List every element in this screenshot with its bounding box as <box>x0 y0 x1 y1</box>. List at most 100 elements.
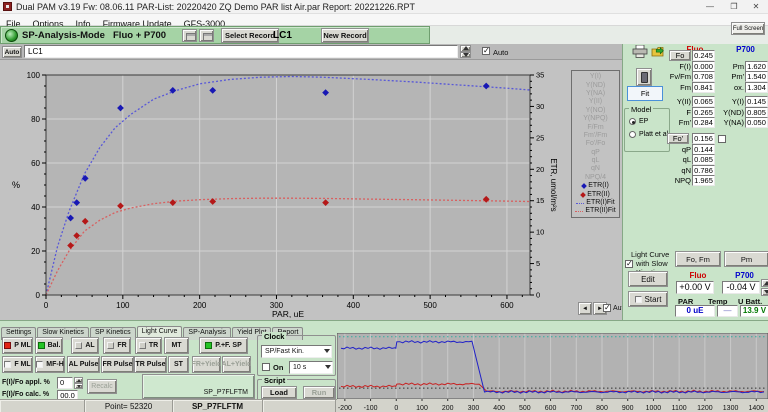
pm-button[interactable]: Pm <box>724 251 768 267</box>
fifo-appl-value[interactable]: 0 <box>57 377 73 389</box>
fluo-voltage-header: Fluo <box>675 271 721 280</box>
legend-item-etr-i[interactable]: ETR(I) <box>572 182 619 190</box>
edit-button[interactable]: Edit <box>628 271 668 287</box>
button-fr[interactable]: FR <box>103 337 131 354</box>
svg-text:800: 800 <box>596 405 608 412</box>
button-al-pulse[interactable]: AL Pulse <box>67 356 100 373</box>
scroll-left-icon[interactable]: ◄ <box>578 302 592 315</box>
svg-text:ETR, umol/m²s: ETR, umol/m²s <box>549 158 558 211</box>
legend-item-etr-ii-fit[interactable]: ETR(II)Fit <box>572 207 619 215</box>
voltage-spin-down-icon[interactable] <box>761 288 768 296</box>
legend-item-y-na[interactable]: Y(NA) <box>572 90 619 98</box>
fifo-spin-down-icon[interactable] <box>74 383 83 389</box>
auto-button[interactable]: Auto <box>2 46 22 58</box>
chart-view-button[interactable] <box>182 29 197 42</box>
clock-mode-select[interactable]: SP/Fast Kin. <box>261 345 332 358</box>
svg-text:15: 15 <box>536 196 544 205</box>
chart-auto-checkbox[interactable] <box>603 304 611 312</box>
voltage-spin-up-icon[interactable] <box>761 279 768 287</box>
button-st[interactable]: ST <box>168 356 189 373</box>
legend-item-etr-ii[interactable]: ETR(II) <box>572 190 619 198</box>
record-spin-down-icon[interactable] <box>460 52 471 59</box>
minimize-icon[interactable]: — <box>702 1 718 12</box>
button-al[interactable]: AL <box>71 337 99 354</box>
start-button[interactable]: Start <box>628 291 668 307</box>
fluo-fo-checkbox[interactable] <box>718 135 726 143</box>
clock-interval-select[interactable]: 10 s <box>289 361 333 374</box>
legend-label: Y(I) <box>590 73 601 81</box>
fluo-value-fo: 0.156 <box>692 133 715 144</box>
clock-on-checkbox[interactable] <box>262 363 270 371</box>
button-tr-pulse[interactable]: TR Pulse <box>134 356 167 373</box>
svg-text:200: 200 <box>442 405 454 412</box>
fluo-label-fo[interactable]: Fo' <box>667 133 689 144</box>
chart-area: 0204060801000100200300400500600051015202… <box>0 60 622 320</box>
svg-text:0: 0 <box>44 301 49 310</box>
legend-item-y-npq[interactable]: Y(NPQ) <box>572 115 619 123</box>
button-p-f-sp[interactable]: P.+F. SP <box>199 337 248 354</box>
fluo-label-qp: qP <box>651 145 691 154</box>
legend-label: Y(II) <box>589 98 602 106</box>
maximize-icon[interactable]: ❐ <box>726 1 742 12</box>
table-view-button[interactable] <box>199 29 214 42</box>
check-indicator <box>36 361 43 368</box>
select-record-button[interactable]: Select Record <box>221 28 279 43</box>
right-panel: Fluo P700 Fit Model EPPlatt et al. Fo0.2… <box>622 44 768 320</box>
light-curve-checkbox[interactable] <box>625 260 633 268</box>
fo-fm-button[interactable]: Fo, Fm <box>675 251 721 267</box>
close-icon[interactable]: ✕ <box>748 1 764 12</box>
script-load-button[interactable]: Load <box>261 386 297 399</box>
legend-item-y-nd[interactable]: Y(ND) <box>572 81 619 89</box>
legend-item-y-no[interactable]: Y(NO) <box>572 107 619 115</box>
record-auto-checkbox[interactable] <box>482 47 490 55</box>
button-tr[interactable]: TR <box>135 337 162 354</box>
button-f-ml[interactable]: F ML <box>2 356 33 373</box>
print-icon[interactable] <box>632 45 648 63</box>
button-al-yield[interactable]: AL+Yield <box>222 356 251 373</box>
p700-value-pm: 1.620 <box>745 61 768 72</box>
status-cell-point: Point= 52320 <box>85 400 173 412</box>
svg-text:60: 60 <box>31 159 40 168</box>
button-label: AL Pulse <box>69 361 99 368</box>
legend-item-fo-fo[interactable]: Fo'/Fo <box>572 140 619 148</box>
button-mf-h[interactable]: MF-H <box>35 356 65 373</box>
record-field[interactable] <box>24 45 458 58</box>
svg-text:500: 500 <box>423 301 437 310</box>
legend-item-f-fm[interactable]: F/Fm <box>572 123 619 131</box>
start-checkbox[interactable] <box>635 296 642 303</box>
script-run-button[interactable]: Run <box>303 386 335 399</box>
device-button[interactable] <box>636 68 652 86</box>
export-icon[interactable] <box>651 45 667 63</box>
p700-value-pm: 1.540 <box>745 71 768 82</box>
new-record-button[interactable]: New Record <box>321 28 369 43</box>
legend-item-qp[interactable]: qP <box>572 149 619 157</box>
legend-item-etr-i-fit[interactable]: ETR(I)Fit <box>572 199 619 207</box>
legend-item-npq-4[interactable]: NPQ/4 <box>572 174 619 182</box>
button-p-ml[interactable]: P ML <box>2 337 33 354</box>
fluo-value-ql: 0.085 <box>692 154 715 165</box>
button-fr-pulse[interactable]: FR Pulse <box>101 356 134 373</box>
toolbar: SP-Analysis-Mode Fluo + P700 Select Reco… <box>0 26 768 44</box>
status-cell-file: SP_P7FLFTM <box>173 400 263 412</box>
legend-item-qn[interactable]: qN <box>572 165 619 173</box>
status-bar: Point= 52320SP_P7FLFTM <box>0 399 337 412</box>
button-mt[interactable]: MT <box>164 337 189 354</box>
full-screen-button[interactable]: Full Screen <box>731 22 765 35</box>
svg-text:200: 200 <box>193 301 207 310</box>
ubatt-value: 13.9 V <box>740 305 768 317</box>
red-indicator <box>4 342 11 349</box>
button-fr-yield[interactable]: FR+Yield <box>192 356 221 373</box>
recalc-button[interactable]: Recalc <box>87 379 117 394</box>
button-label: ST <box>174 361 183 368</box>
legend-label: qL <box>592 157 600 165</box>
button-bal[interactable]: Bal. <box>35 337 63 354</box>
legend-item-y-ii[interactable]: Y(II) <box>572 98 619 106</box>
legend-item-ql[interactable]: qL <box>572 157 619 165</box>
p700-label-ox: ox. <box>704 83 744 92</box>
fluo-label-fo[interactable]: Fo <box>669 50 691 61</box>
legend-item-y-i[interactable]: Y(I) <box>572 73 619 81</box>
script-group: Script Load Run <box>257 379 336 401</box>
legend-item-fm-fm[interactable]: Fm'/Fm <box>572 132 619 140</box>
model-option-platt-et-al[interactable]: Platt et al. <box>625 128 669 141</box>
record-name: LC1 <box>273 30 292 41</box>
